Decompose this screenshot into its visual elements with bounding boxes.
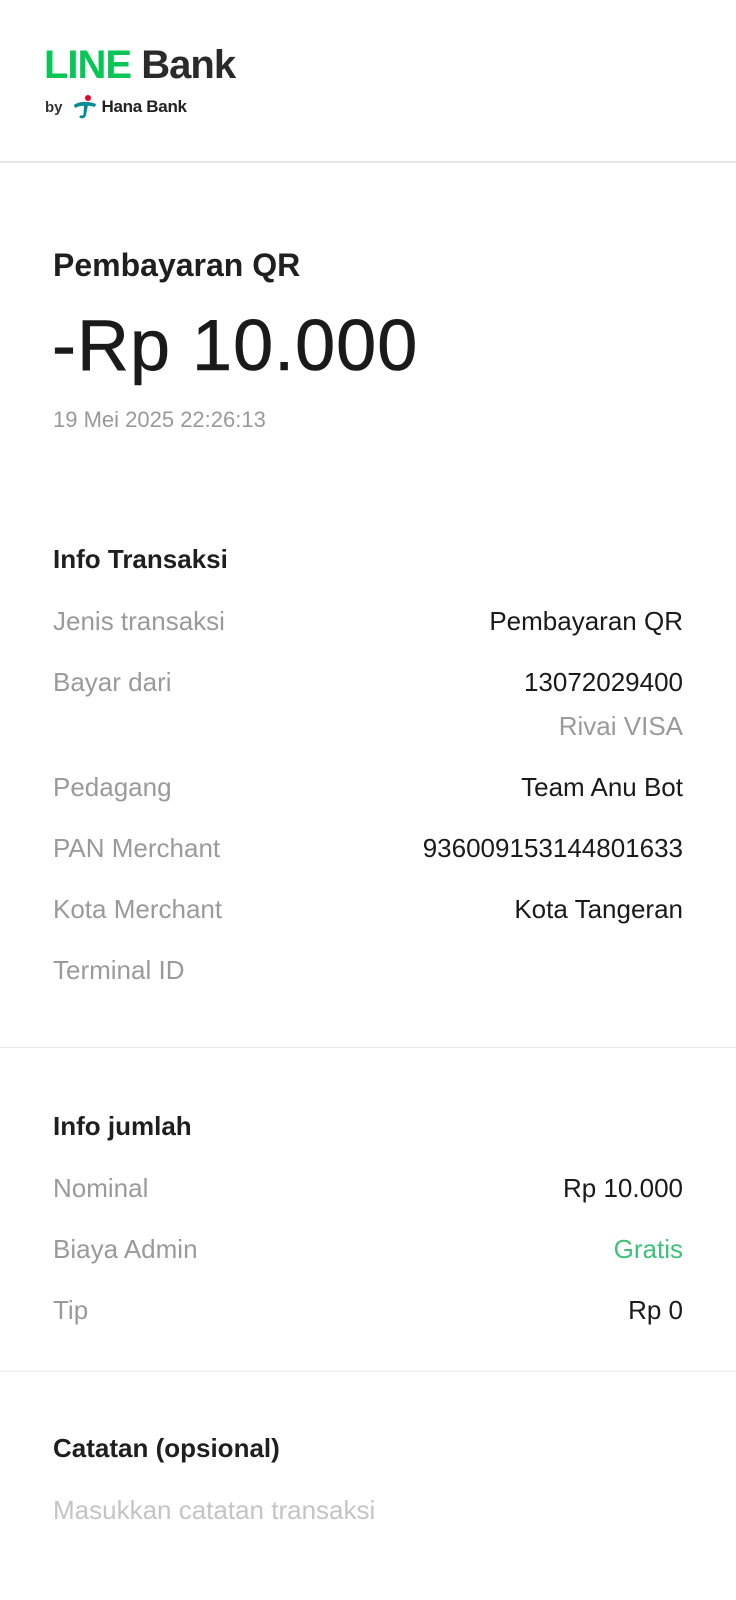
logo-line-text: LINE [44,43,132,87]
transaction-type-title: Pembayaran QR [53,247,301,283]
logo-hana-text: Hana Bank [101,97,187,116]
row-label-pan-merchant: PAN Merchant [53,833,221,863]
row-value-nominal: Rp 10.000 [563,1173,683,1203]
transaction-amount: -Rp 10.000 [52,306,419,387]
row-label-nominal: Nominal [53,1173,149,1203]
row-value-transaction-type: Pembayaran QR [489,606,683,636]
logo-bank-text: Bank [141,43,236,87]
logo-by-text: by [45,98,63,116]
section-divider [0,1371,736,1372]
transaction-note-input[interactable] [53,1490,683,1530]
section-divider [0,1047,736,1048]
app-header: LINE Bank by Hana Bank [0,0,736,163]
transaction-datetime: 19 Mei 2025 22:26:13 [53,407,266,432]
notes-title: Catatan (opsional) [53,1433,280,1463]
row-value-pay-from-name: Rivai VISA [558,711,683,741]
row-value-merchant: Team Anu Bot [521,772,683,802]
hana-bank-logo: by Hana Bank [45,92,187,122]
amount-info-title: Info jumlah [53,1111,192,1141]
row-label-terminal-id: Terminal ID [53,955,185,985]
row-value-admin-fee: Gratis [613,1234,683,1264]
row-value-pay-from-account: 13072029400 [523,667,683,697]
transaction-info-title: Info Transaksi [53,544,228,574]
transaction-detail-page: LINE Bank by Hana Bank Pembayaran QR -Rp… [0,0,736,1600]
hana-bank-icon [73,95,96,119]
row-value-merchant-city: Kota Tangeran [514,894,683,924]
row-label-transaction-type: Jenis transaksi [53,606,225,636]
row-label-pay-from: Bayar dari [53,667,172,697]
row-label-tip: Tip [53,1295,89,1325]
line-bank-logo: LINE Bank [44,40,236,90]
row-label-admin-fee: Biaya Admin [53,1234,198,1264]
row-value-pan-merchant: 936009153144801633 [422,833,683,863]
row-value-tip: Rp 0 [628,1295,683,1325]
row-label-merchant-city: Kota Merchant [53,894,223,924]
row-label-merchant: Pedagang [53,772,172,802]
